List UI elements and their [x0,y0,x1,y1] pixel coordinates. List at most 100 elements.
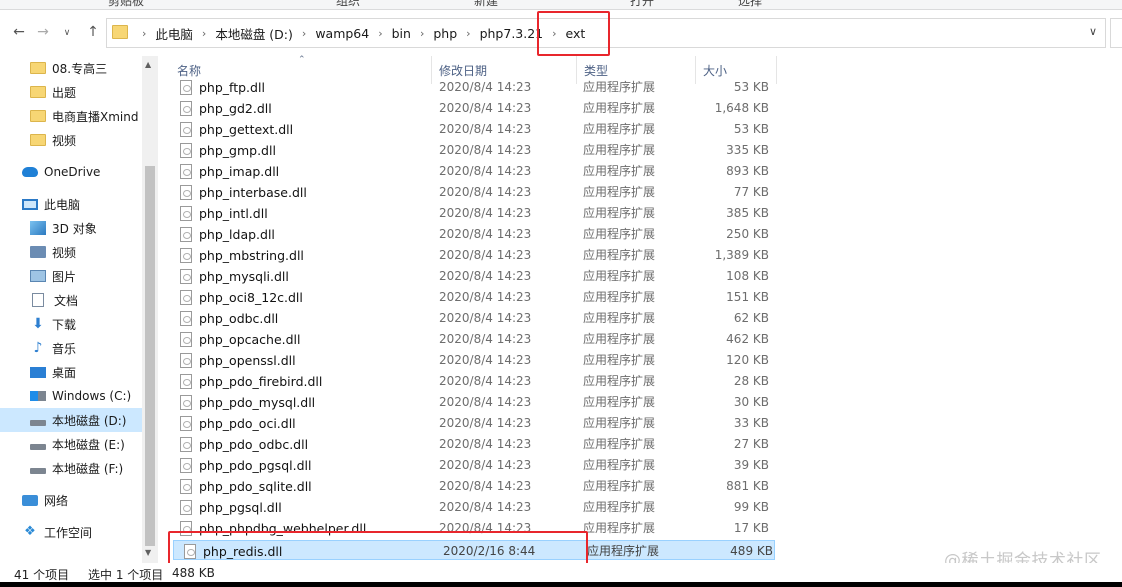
file-row[interactable]: php_phpdbg_webhelper.dll 2020/8/4 14:23 应用… [170,518,772,539]
file-size: 27 KB [733,437,769,451]
forward-button[interactable]: → [34,24,52,40]
file-row[interactable]: php_pgsql.dll 2020/8/4 14:23 应用程序扩展 99 KB [170,497,772,518]
dll-file-icon [180,353,192,368]
sidebar-item-drive-d[interactable]: 本地磁盘 (D:) [0,408,142,432]
file-type: 应用程序扩展 [583,395,656,409]
status-selection: 选中 1 个项目 [88,568,164,582]
dll-file-icon [180,521,192,536]
file-row[interactable]: php_mbstring.dll 2020/8/4 14:23 应用程序扩展 1,38… [170,245,772,266]
sidebar-item-folder-xmind[interactable]: 电商直播Xmind [30,104,142,128]
chevron-right-icon[interactable]: › [543,27,565,40]
sidebar-item-label: 本地磁盘 (F:) [52,461,124,476]
address-dropdown-button[interactable]: ∨ [1089,25,1097,38]
dll-file-icon [180,122,192,137]
crumb-php7321[interactable]: php7.3.21 [480,26,544,41]
file-name: php_imap.dll [199,164,280,179]
back-button[interactable]: ← [10,24,28,40]
file-date: 2020/8/4 14:23 [439,269,532,283]
document-icon [32,293,44,307]
scrollbar-thumb[interactable] [145,166,155,546]
file-size: 17 KB [733,521,769,535]
sidebar-item-network[interactable]: 网络 [22,488,162,512]
file-type: 应用程序扩展 [583,227,656,241]
file-row[interactable]: php_pdo_sqlite.dll 2020/8/4 14:23 应用程序扩展 88… [170,476,772,497]
chevron-right-icon[interactable]: › [457,27,479,40]
file-name: php_pdo_oci.dll [199,416,296,431]
ribbon-clipboard-label: 剪贴板 [108,0,145,8]
sidebar-item-label: 本地磁盘 (E:) [52,437,125,452]
crumb-ext[interactable]: ext [566,26,586,41]
file-row[interactable]: php_intl.dll 2020/8/4 14:23 应用程序扩展 385 KB [170,203,772,224]
file-row[interactable]: php_mysqli.dll 2020/8/4 14:23 应用程序扩展 108 KB [170,266,772,287]
file-row[interactable]: php_pdo_oci.dll 2020/8/4 14:23 应用程序扩展 33 KB [170,413,772,434]
file-date: 2020/8/4 14:23 [439,374,532,388]
file-type: 应用程序扩展 [583,332,656,346]
file-name: php_mysqli.dll [199,269,289,284]
dll-file-icon [180,500,192,515]
file-name: php_pgsql.dll [199,500,282,515]
file-row[interactable]: php_pdo_mysql.dll 2020/8/4 14:23 应用程序扩展 30 … [170,392,772,413]
crumb-php[interactable]: php [433,26,457,41]
file-row[interactable]: php_pdo_pgsql.dll 2020/8/4 14:23 应用程序扩展 39 … [170,455,772,476]
sidebar-item-label: 视频 [52,245,77,260]
up-button[interactable]: ↑ [84,24,102,40]
file-row[interactable]: php_interbase.dll 2020/8/4 14:23 应用程序扩展 77 … [170,182,772,203]
file-list: ⌃ 名称 修改日期 类型 大小 php_ftp.dll 2020/8/4 14:2… [170,55,1122,563]
address-bar[interactable]: › 此电脑 › 本地磁盘 (D:) › wamp64 › bin › php ›… [106,18,1106,48]
file-row[interactable]: php_oci8_12c.dll 2020/8/4 14:23 应用程序扩展 151 … [170,287,772,308]
refresh-button[interactable] [1110,18,1122,48]
file-row[interactable]: php_opcache.dll 2020/8/4 14:23 应用程序扩展 462 K… [170,329,772,350]
drive-icon [30,444,46,450]
recent-locations-button[interactable]: ∨ [58,28,76,38]
file-row[interactable]: php_odbc.dll 2020/8/4 14:23 应用程序扩展 62 KB [170,308,772,329]
chevron-right-icon[interactable]: › [369,27,391,40]
crumb-wamp64[interactable]: wamp64 [315,26,369,41]
file-date: 2020/8/4 14:23 [439,227,532,241]
file-row[interactable]: php_ldap.dll 2020/8/4 14:23 应用程序扩展 250 KB [170,224,772,245]
scroll-up-icon[interactable]: ▲ [145,60,151,69]
chevron-right-icon[interactable]: › [411,27,433,40]
sidebar-item-label: 视频 [52,133,77,148]
breadcrumb: › 此电脑 › 本地磁盘 (D:) › wamp64 › bin › php ›… [133,19,585,47]
dll-file-icon [180,437,192,452]
file-row[interactable]: php_pdo_odbc.dll 2020/8/4 14:23 应用程序扩展 27 K… [170,434,772,455]
sidebar-item-onedrive[interactable]: OneDrive [22,160,162,184]
file-row[interactable]: php_gettext.dll 2020/8/4 14:23 应用程序扩展 53 KB [170,119,772,140]
file-type: 应用程序扩展 [583,122,656,136]
file-row[interactable]: php_pdo_firebird.dll 2020/8/4 14:23 应用程序扩展… [170,371,772,392]
crumb-bin[interactable]: bin [392,26,411,41]
workspace-icon: ❖ [24,524,36,539]
sidebar-item-workspace[interactable]: ❖ 工作空间 [22,520,162,544]
file-row[interactable]: php_gmp.dll 2020/8/4 14:23 应用程序扩展 335 KB [170,140,772,161]
navigation-scrollbar[interactable]: ▲ ▼ [142,56,158,563]
file-row[interactable]: php_imap.dll 2020/8/4 14:23 应用程序扩展 893 KB [170,161,772,182]
computer-icon [22,198,38,210]
ribbon-select-label: 选择 [738,0,763,8]
file-name: php_odbc.dll [199,311,279,326]
chevron-right-icon[interactable]: › [133,27,155,40]
chevron-right-icon[interactable]: › [293,27,315,40]
file-size: 99 KB [733,500,769,514]
file-date: 2020/8/4 14:23 [439,101,532,115]
file-size: 385 KB [726,206,769,220]
file-row[interactable]: php_gd2.dll 2020/8/4 14:23 应用程序扩展 1,648 KB [170,98,772,119]
download-icon: ⬇ [32,316,44,332]
ribbon-new-label: 新建 [474,0,499,8]
file-name: php_ftp.dll [199,80,265,95]
file-row[interactable]: php_ftp.dll 2020/8/4 14:23 应用程序扩展 53 KB [170,78,772,98]
address-row: ← → ∨ ↑ › 此电脑 › 本地磁盘 (D:) › wamp64 › bin… [0,10,1122,56]
file-name: php_phpdbg_webhelper.dll [199,521,367,536]
sidebar-item-this-pc[interactable]: 此电脑 [22,192,162,216]
dll-file-icon [180,332,192,347]
crumb-this-pc[interactable]: 此电脑 [155,24,193,43]
file-type: 应用程序扩展 [583,458,656,472]
file-date: 2020/8/4 14:23 [439,332,532,346]
file-name: php_pdo_odbc.dll [199,437,309,452]
network-icon [22,494,38,506]
file-rows: php_ftp.dll 2020/8/4 14:23 应用程序扩展 53 KB php_… [170,78,790,563]
file-row[interactable]: php_redis.dll 2020/2/16 8:44 应用程序扩展 489 KB [173,540,775,560]
chevron-right-icon[interactable]: › [193,27,215,40]
file-row[interactable]: php_openssl.dll 2020/8/4 14:23 应用程序扩展 120 K… [170,350,772,371]
crumb-drive-d[interactable]: 本地磁盘 (D:) [215,24,293,43]
scroll-down-icon[interactable]: ▼ [145,548,151,557]
